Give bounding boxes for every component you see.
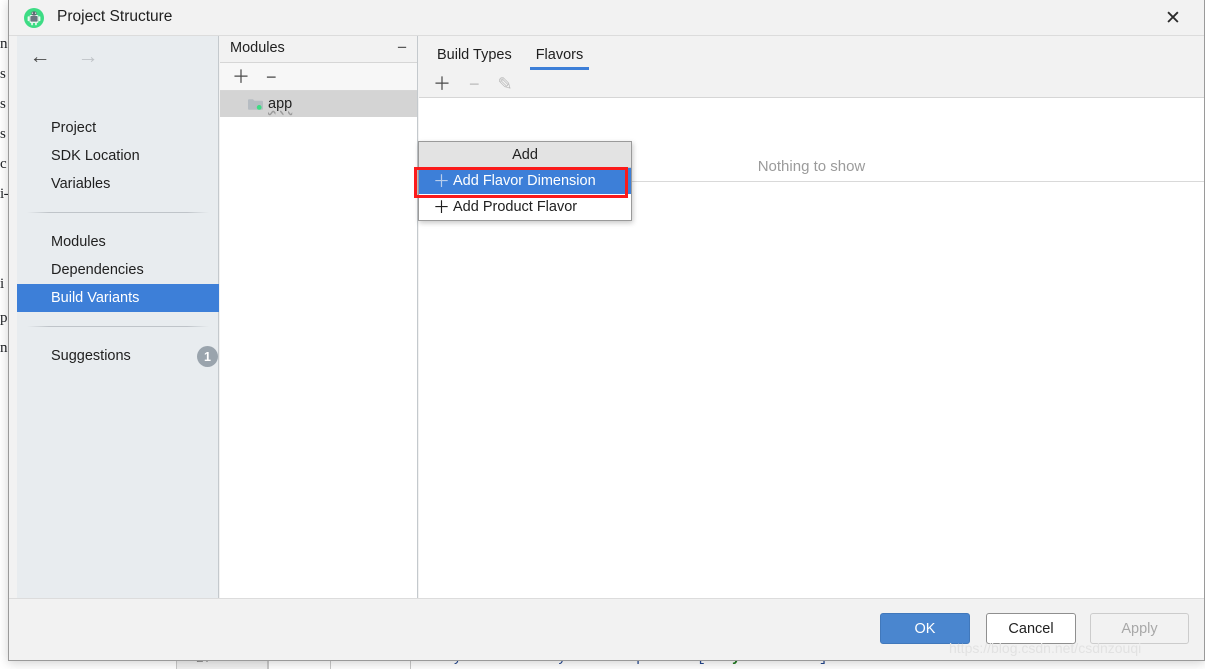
sidebar-divider	[27, 326, 209, 327]
remove-module-icon[interactable]: −	[266, 68, 277, 86]
background-text-fragment: s	[0, 96, 6, 112]
sidebar-divider	[27, 212, 209, 213]
build-variants-content-panel: Build Types Flavors ＋ − ✎ Nothing to show	[419, 36, 1204, 598]
dialog-body: ← → Project SDK Location Variables Modules D…	[9, 36, 1204, 598]
module-row[interactable]: app	[220, 91, 417, 117]
navigation-arrows: ← →	[27, 45, 101, 67]
sidebar-item-label: Modules	[51, 234, 106, 250]
watermark-text: https://blog.csdn.net/csdnzouqi	[949, 640, 1142, 656]
popup-menu-header: Add	[419, 142, 631, 168]
sidebar-item-label: Project	[51, 120, 97, 136]
modules-panel-title: Modules	[230, 40, 285, 56]
add-flavor-icon[interactable]: ＋	[433, 75, 451, 93]
folder-module-icon	[248, 98, 263, 110]
suggestions-count-badge: 1	[197, 346, 218, 367]
sidebar-item-label: SDK Location	[51, 148, 140, 164]
sidebar-item-modules[interactable]: Modules	[17, 228, 219, 256]
modules-panel: Modules − ＋ − app	[220, 36, 418, 598]
module-label: app	[268, 96, 293, 112]
sidebar-item-sdk-location[interactable]: SDK Location	[17, 142, 219, 170]
dialog-footer: OK Cancel Apply https://blog.csdn.net/cs…	[9, 598, 1204, 660]
background-text-fragment: p	[0, 310, 8, 326]
popup-item-add-flavor-dimension[interactable]: ＋ Add Flavor Dimension	[419, 168, 631, 194]
close-icon[interactable]: ✕	[1160, 6, 1186, 30]
popup-item-label: Add Product Flavor	[453, 199, 578, 215]
flavors-toolbar: ＋ − ✎	[419, 70, 1204, 98]
collapse-panel-icon[interactable]: −	[397, 39, 407, 56]
content-tabs: Build Types Flavors	[419, 36, 1204, 70]
background-text-fragment: s	[0, 126, 6, 142]
tab-flavors[interactable]: Flavors	[529, 47, 590, 70]
modules-toolbar: ＋ −	[220, 63, 417, 91]
back-arrow-icon[interactable]: ←	[27, 45, 53, 67]
sidebar-item-label: Build Variants	[51, 290, 140, 306]
popup-item-add-product-flavor[interactable]: ＋ Add Product Flavor	[419, 194, 631, 220]
modules-list: app	[220, 91, 417, 117]
sidebar-item-label: Variables	[51, 176, 111, 192]
edit-flavor-icon: ✎	[497, 73, 513, 94]
background-text-fragment: i	[0, 276, 4, 292]
sidebar-item-label: Suggestions	[51, 348, 131, 364]
remove-flavor-icon: −	[469, 73, 480, 94]
background-text-fragment: n	[0, 340, 8, 356]
tab-build-types[interactable]: Build Types	[431, 47, 518, 70]
plus-icon: ＋	[433, 197, 450, 217]
add-module-icon[interactable]: ＋	[232, 68, 250, 86]
settings-sidebar: ← → Project SDK Location Variables Modules D…	[17, 36, 219, 598]
plus-icon: ＋	[433, 171, 450, 191]
tab-label: Flavors	[535, 47, 584, 63]
background-text-fragment: s	[0, 66, 6, 82]
sidebar-item-variables[interactable]: Variables	[17, 170, 219, 198]
sidebar-item-project[interactable]: Project	[17, 114, 219, 142]
project-structure-dialog: Project Structure ✕ ← → Project SDK Locat…	[8, 0, 1205, 661]
dialog-titlebar: Project Structure ✕	[9, 0, 1204, 36]
forward-arrow-icon: →	[77, 44, 99, 68]
dialog-title: Project Structure	[57, 8, 173, 25]
sidebar-item-dependencies[interactable]: Dependencies	[17, 256, 219, 284]
add-popup-menu: Add ＋ Add Flavor Dimension ＋ Add Product Fl…	[418, 141, 632, 221]
sidebar-item-label: Dependencies	[51, 262, 144, 278]
popup-menu-items: ＋ Add Flavor Dimension ＋ Add Product Flavor	[419, 168, 631, 220]
android-robot-icon	[24, 8, 44, 28]
background-text-fragment: c	[0, 156, 7, 172]
sidebar-item-build-variants[interactable]: Build Variants	[17, 284, 219, 312]
popup-item-label: Add Flavor Dimension	[453, 173, 596, 189]
tab-label: Build Types	[437, 47, 512, 63]
sidebar-item-suggestions[interactable]: Suggestions	[17, 342, 219, 370]
background-text-fragment: i-	[0, 186, 9, 202]
modules-panel-header: Modules −	[220, 36, 417, 63]
